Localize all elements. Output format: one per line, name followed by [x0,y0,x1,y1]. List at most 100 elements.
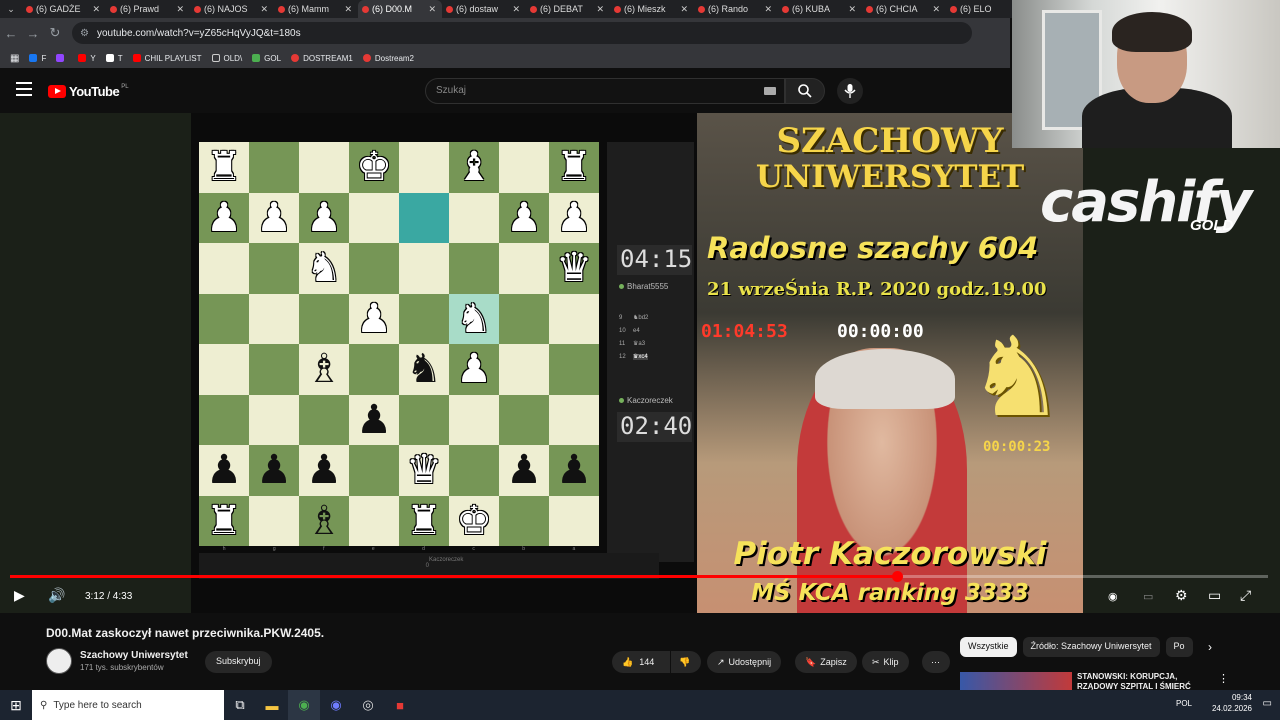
move-row[interactable]: 9 ♞bd2 [619,312,689,325]
move-list: 9 ♞bd2 10 e4 11 ♛a3 12 ♛xc4 [619,312,689,364]
back-icon[interactable]: ← [0,26,22,41]
volume-icon[interactable]: 🔊 [48,587,65,604]
settings-icon[interactable]: ⚙ [1175,587,1188,604]
gol-icon [252,54,261,62]
chrome-icon[interactable]: ◉ [288,690,320,720]
search-input[interactable]: Szukaj [425,78,785,104]
browser-tab[interactable]: (6) Rando ✕ [694,0,778,18]
board-square: ♟ [499,192,549,243]
reload-icon[interactable]: ↻ [44,25,66,41]
search-button[interactable] [785,78,825,104]
app-red-icon[interactable]: ■ [384,690,416,720]
channel-name[interactable]: Szachowy Uniwersytet [80,650,188,661]
close-tab-icon[interactable]: ✕ [344,4,352,15]
channel-info[interactable]: Szachowy Uniwersytet 171 tys. subskryben… [46,648,188,674]
board-square [249,142,299,193]
close-tab-icon[interactable]: ✕ [176,4,184,15]
bookmark-dostream1[interactable]: DOSTREAM1 [291,54,353,63]
browser-tab[interactable]: (6) NAJOS ✕ [190,0,274,18]
browser-tab[interactable]: (6) Mieszk ✕ [610,0,694,18]
play-icon[interactable]: ▶ [14,587,25,604]
bookmark-twitch[interactable] [56,54,68,62]
chip-source[interactable]: Źródło: Szachowy Uniwersytet [1022,637,1160,657]
more-vertical-icon[interactable]: ⋮ [1218,672,1229,685]
apps-icon[interactable]: ▦ [10,53,19,64]
bookmark-f[interactable]: F [29,54,46,63]
board-square [249,344,299,395]
share-button[interactable]: ↗ Udostępnij [707,651,782,673]
browser-tab[interactable]: (6) D00.M ✕ [358,0,442,18]
browser-tab[interactable]: (6) KUBA ✕ [778,0,862,18]
autoplay-toggle-icon[interactable]: ◉ [1108,590,1118,603]
youtube-logo[interactable]: YouTube PL [48,84,129,99]
knight-icon: ♞ [967,313,1066,441]
close-tab-icon[interactable]: ✕ [596,4,604,15]
chess-piece-icon: ♟ [356,396,392,443]
system-tray[interactable]: POL 09:34 24.02.2026 [1176,692,1252,714]
file-explorer-icon[interactable]: ▬ [256,690,288,720]
browser-tab[interactable]: (6) DEBAT ✕ [526,0,610,18]
bookmark-chil-playlist[interactable]: CHIL PLAYLIST [132,54,202,63]
save-button[interactable]: 🔖 Zapisz [795,651,857,673]
move-row[interactable]: 10 e4 [619,325,689,338]
like-button[interactable]: 👍 144 [612,651,670,673]
subscribe-button[interactable]: Subskrybuj [205,651,272,673]
board-square: ♜ [399,495,449,546]
chrome-alt-icon[interactable]: ◎ [352,690,384,720]
close-tab-icon[interactable]: ✕ [512,4,520,15]
close-tab-icon[interactable]: ✕ [92,4,100,15]
browser-tab[interactable]: (6) GADŻE ✕ [22,0,106,18]
board-square [499,243,549,294]
chevron-right-icon[interactable]: › [1208,640,1212,654]
task-view-icon[interactable]: ⧉ [224,690,256,720]
voice-search-button[interactable] [837,78,863,104]
board-square [399,142,449,193]
forward-icon[interactable]: → [22,26,44,41]
browser-tab[interactable]: (6) dostaw ✕ [442,0,526,18]
clip-button[interactable]: ✂ Klip [862,651,909,673]
video-title: D00.Mat zaskoczył nawet przeciwnika.PKW.… [46,626,325,640]
bookmark-old[interactable]: OLD\ [211,54,242,63]
fullscreen-icon[interactable]: ⤢ [1240,587,1251,604]
progress-knob[interactable] [891,571,903,582]
notification-icon[interactable]: ▭ [1263,698,1272,709]
webcam-hair [1112,12,1192,52]
channel-avatar[interactable] [46,648,72,674]
bookmark-gol[interactable]: GOL [252,54,281,63]
subtitles-icon[interactable]: ▭ [1143,590,1153,603]
bookmark-dostream2[interactable]: Dostream2 [362,54,414,63]
bookmark-t[interactable]: T [105,54,123,63]
stream-clock-white: 00:00:00 [837,321,924,342]
chip-all[interactable]: Wszystkie [960,637,1017,657]
keyboard-icon[interactable] [764,87,776,95]
move-row[interactable]: 11 ♛a3 [619,338,689,351]
top-clock: 04:15 [617,245,692,275]
close-tab-icon[interactable]: ✕ [848,4,856,15]
browser-tab[interactable]: (6) Prawd ✕ [106,0,190,18]
progress-bar[interactable] [10,571,1268,582]
menu-icon[interactable] [16,82,32,96]
site-settings-icon[interactable]: ⚙ [80,28,89,39]
dislike-button[interactable]: 👎 [671,651,701,673]
url-field[interactable]: ⚙ youtube.com/watch?v=yZ65cHqVyJQ&t=180s [72,22,972,44]
chess-piece-icon: ♗ [306,497,342,544]
browser-tab[interactable]: (6) Mamm ✕ [274,0,358,18]
windows-start-icon[interactable]: ⊞ [0,690,32,720]
close-tab-icon[interactable]: ✕ [428,4,436,15]
theater-mode-icon[interactable]: ▭ [1208,587,1221,604]
taskbar-search[interactable]: ⚲ Type here to search [32,690,224,720]
close-tab-icon[interactable]: ✕ [680,4,688,15]
move-row[interactable]: 12 ♛xc4 [619,351,689,364]
bookmark-y[interactable]: Y [78,54,96,63]
recommended-thumbnail[interactable] [960,672,1072,692]
tab-search-icon[interactable]: ⌄ [0,4,22,15]
messenger-icon[interactable]: ◉ [320,690,352,720]
close-tab-icon[interactable]: ✕ [260,4,268,15]
chip-related[interactable]: Po [1165,637,1193,657]
board-square: ♛ [399,445,449,496]
browser-tab[interactable]: (6) CHCIA ✕ [862,0,946,18]
x-icon [105,54,114,62]
close-tab-icon[interactable]: ✕ [932,4,940,15]
close-tab-icon[interactable]: ✕ [764,4,772,15]
more-actions-button[interactable]: ⋯ [922,651,950,673]
